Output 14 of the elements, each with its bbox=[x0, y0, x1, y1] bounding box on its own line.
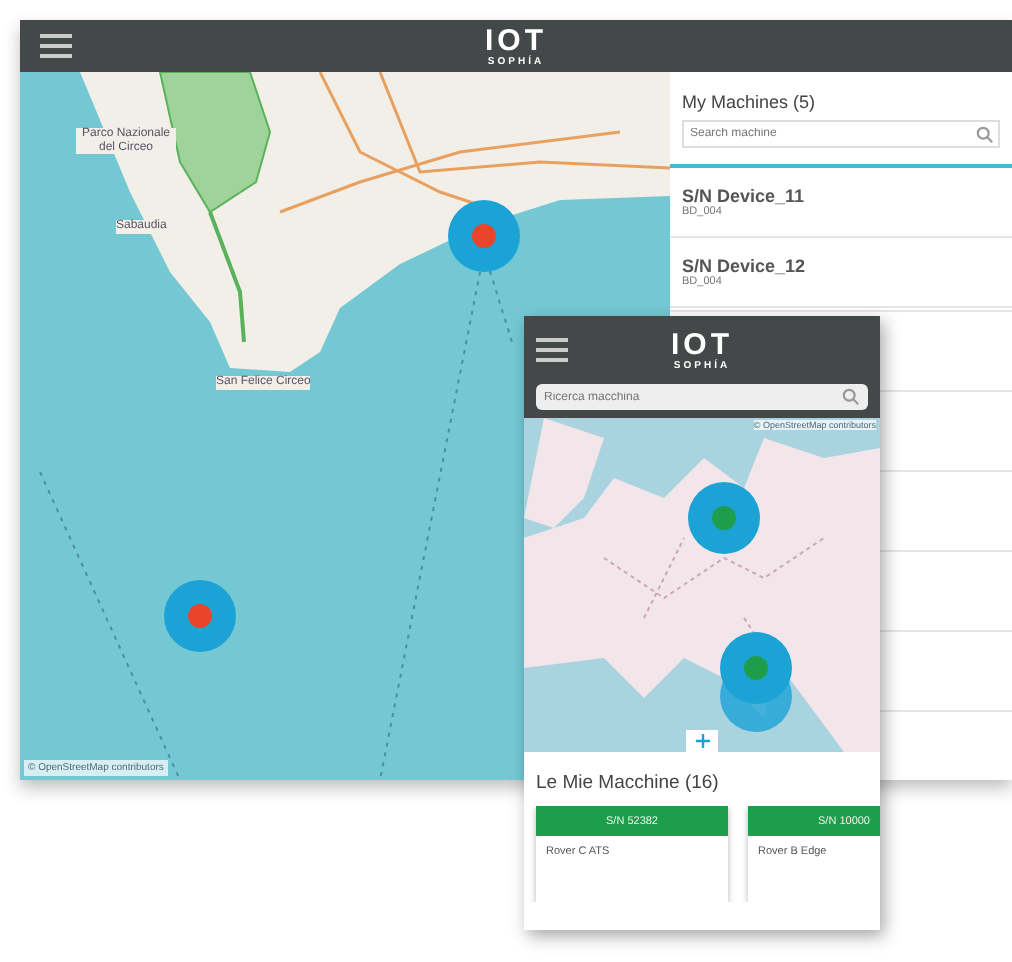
map-marker[interactable] bbox=[164, 580, 236, 652]
search-icon[interactable] bbox=[976, 125, 994, 143]
search-icon[interactable] bbox=[842, 388, 860, 406]
menu-icon[interactable] bbox=[40, 34, 72, 58]
logo-mark: IOT bbox=[485, 25, 547, 55]
map-marker[interactable] bbox=[448, 200, 520, 272]
map-marker[interactable] bbox=[688, 482, 760, 554]
menu-icon[interactable] bbox=[536, 338, 568, 362]
expand-tab[interactable] bbox=[686, 730, 718, 752]
plus-icon bbox=[695, 734, 709, 748]
trail-line bbox=[208, 211, 246, 343]
logo-mark: IOT bbox=[671, 329, 733, 359]
panel-title: My Machines (5) bbox=[682, 92, 818, 112]
map-marker[interactable] bbox=[720, 632, 792, 732]
